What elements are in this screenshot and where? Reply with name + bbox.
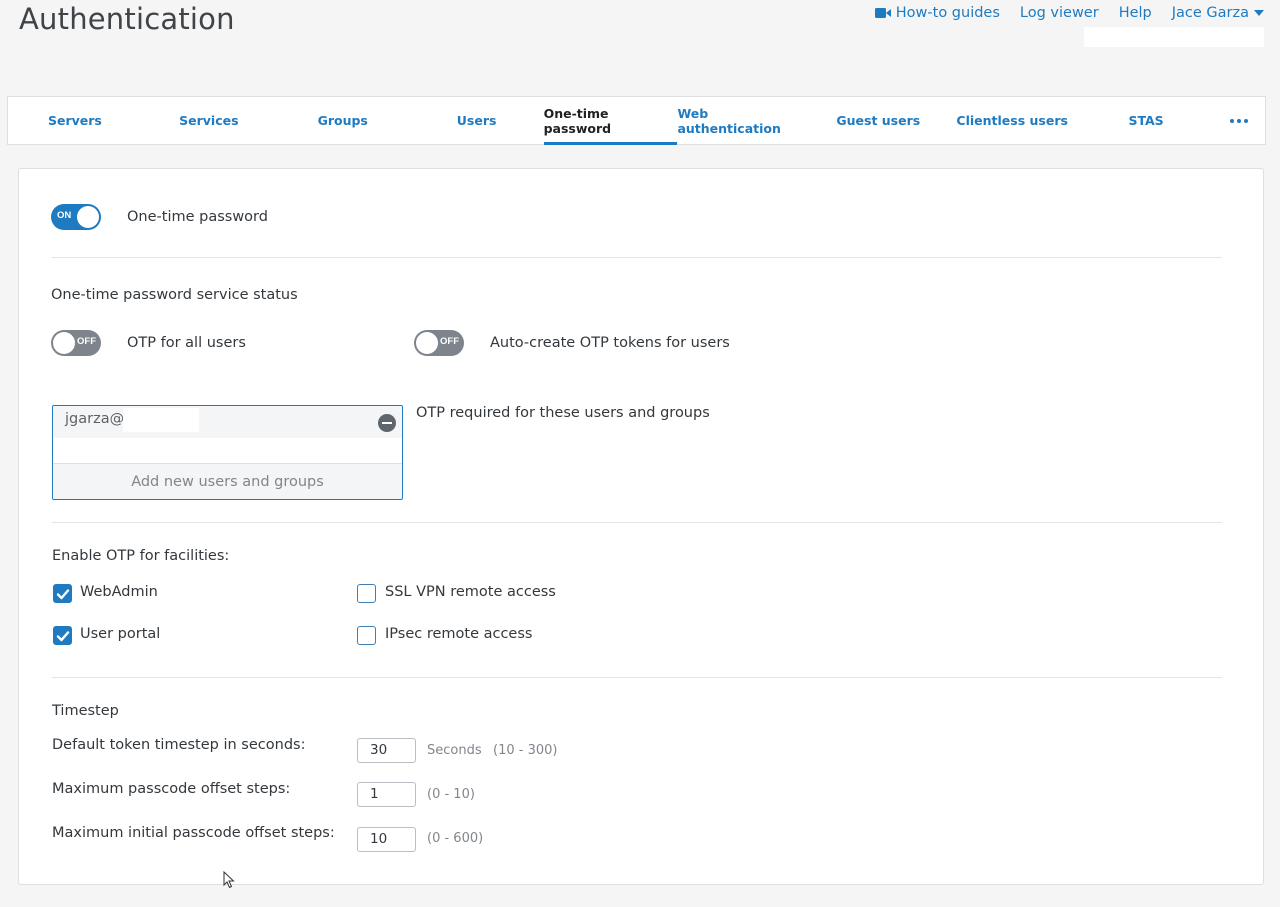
remove-circle-icon[interactable] [378, 414, 396, 432]
max-initial-offset-range-hint: (0 - 600) [427, 831, 484, 846]
max-initial-offset-input[interactable]: 10 [357, 827, 416, 852]
divider [52, 257, 1222, 258]
otp-all-users-label: OTP for all users [127, 335, 246, 351]
video-camera-icon [874, 8, 891, 18]
ipsec-checkbox[interactable] [357, 626, 376, 645]
otp-settings-panel: ON One-time password One-time password s… [18, 168, 1264, 885]
timestep-unit: Seconds [427, 743, 482, 758]
redacted-area [1084, 27, 1264, 47]
toggle-state-label: ON [57, 210, 72, 221]
tab-one-time-password[interactable]: One-time password [543, 97, 678, 145]
user-name: Jace Garza [1171, 5, 1249, 21]
user-menu[interactable]: Jace Garza [1172, 5, 1264, 21]
redacted-area [123, 408, 199, 432]
max-offset-input[interactable]: 1 [357, 782, 416, 807]
tab-stas[interactable]: STAS [1079, 97, 1213, 144]
caret-down-icon [1254, 10, 1264, 16]
otp-enable-toggle[interactable]: ON [51, 204, 101, 230]
max-initial-offset-label: Maximum initial passcode offset steps: [52, 825, 335, 841]
tab-services[interactable]: Services [142, 97, 276, 144]
auto-create-tokens-label: Auto-create OTP tokens for users [490, 335, 730, 351]
toggle-knob [77, 206, 99, 228]
checkmark-icon [56, 589, 70, 600]
tab-bar: Servers Services Groups Users One-time p… [7, 96, 1266, 145]
tab-servers[interactable]: Servers [8, 97, 142, 144]
ipsec-label: IPsec remote access [385, 626, 533, 642]
otp-enable-label: One-time password [127, 209, 268, 225]
webadmin-label: WebAdmin [80, 584, 158, 600]
auto-create-tokens-toggle[interactable]: OFF [414, 330, 464, 356]
service-status-heading: One-time password service status [51, 287, 298, 303]
ssl-vpn-checkbox[interactable] [357, 584, 376, 603]
help-link[interactable]: Help [1119, 5, 1152, 21]
default-timestep-label: Default token timestep in seconds: [52, 737, 306, 753]
timestep-heading: Timestep [52, 703, 119, 719]
mouse-cursor-icon [223, 871, 235, 889]
toggle-knob [53, 332, 75, 354]
max-offset-label: Maximum passcode offset steps: [52, 781, 291, 797]
user-portal-label: User portal [80, 626, 161, 642]
tab-web-authentication[interactable]: Web authentication [677, 97, 811, 144]
toggle-state-label: OFF [77, 336, 96, 347]
toggle-knob [416, 332, 438, 354]
more-dots-icon [1229, 118, 1234, 123]
list-item[interactable]: jgarza@ [53, 406, 402, 438]
page-title: Authentication [19, 2, 235, 36]
divider [52, 677, 1222, 678]
otp-all-users-toggle[interactable]: OFF [51, 330, 101, 356]
otp-required-label: OTP required for these users and groups [416, 405, 710, 421]
list-item-text: jgarza@ [65, 411, 125, 427]
log-viewer-link[interactable]: Log viewer [1020, 5, 1099, 21]
facilities-heading: Enable OTP for facilities: [52, 548, 230, 564]
otp-required-users-list: jgarza@ Add new users and groups [52, 405, 403, 500]
checkmark-icon [56, 631, 70, 642]
tab-guest-users[interactable]: Guest users [811, 97, 945, 144]
add-users-groups-button[interactable]: Add new users and groups [53, 463, 402, 499]
toggle-state-label: OFF [440, 336, 459, 347]
top-navigation: How-to guides Log viewer Help Jace Garza [874, 5, 1264, 21]
tab-users[interactable]: Users [410, 97, 544, 144]
howto-guides-link[interactable]: How-to guides [874, 5, 1000, 21]
tab-groups[interactable]: Groups [276, 97, 410, 144]
user-portal-checkbox[interactable] [53, 626, 72, 645]
divider [52, 522, 1222, 523]
ssl-vpn-label: SSL VPN remote access [385, 584, 556, 600]
timestep-range-hint: (10 - 300) [493, 743, 558, 758]
default-timestep-input[interactable]: 30 [357, 738, 416, 763]
tab-clientless-users[interactable]: Clientless users [945, 97, 1079, 144]
howto-guides-label: How-to guides [895, 5, 1000, 21]
more-tabs-button[interactable] [1213, 97, 1265, 144]
webadmin-checkbox[interactable] [53, 584, 72, 603]
max-offset-range-hint: (0 - 10) [427, 787, 475, 802]
